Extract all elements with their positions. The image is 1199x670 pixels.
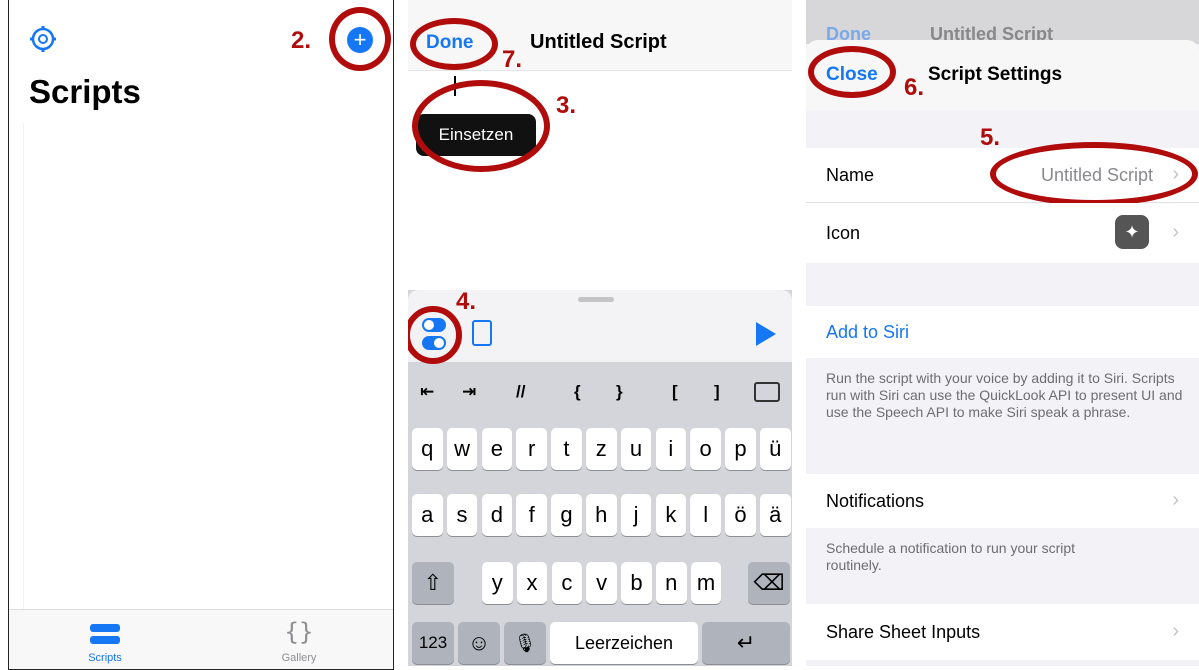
tab-scripts[interactable]: Scripts [87,624,123,664]
key-ä[interactable]: ä [760,494,791,536]
settings-gear-icon[interactable] [29,25,57,53]
step-label: 6. [904,74,925,101]
key-u[interactable]: u [620,428,652,470]
key-d[interactable]: d [481,494,513,536]
add-to-siri-link[interactable]: Add to Siri [826,322,909,343]
bracket-open-key[interactable]: [ [672,382,678,402]
emoji-key[interactable]: ☺ [458,622,500,664]
run-play-icon[interactable] [756,322,776,346]
notifications-label: Notifications [826,491,925,511]
key-n[interactable]: n [656,562,687,604]
key-v[interactable]: v [586,562,617,604]
key-t[interactable]: t [551,428,582,470]
key-a[interactable]: a [412,494,443,536]
annotation-circle [410,18,498,70]
icon-label: Icon [826,223,861,243]
shift-key[interactable]: ⇧ [412,562,454,604]
chevron-right-icon: › [1172,221,1179,243]
backspace-key[interactable]: ⌫ [748,562,790,604]
key-c[interactable]: c [551,562,583,604]
scripts-panel: 2. + Scripts Scripts {} Gallery [8,0,394,670]
microphone-key[interactable]: 🎙 [504,622,546,664]
numbers-key[interactable]: 123 [412,622,454,664]
chevron-right-icon: › [1172,620,1179,642]
bracket-close-key[interactable]: ] [714,382,720,402]
key-q[interactable]: q [412,428,443,470]
siri-note: Run the script with your voice by adding… [826,370,1183,420]
key-f[interactable]: f [516,494,547,536]
braces-icon: {} [284,618,314,646]
key-m[interactable]: m [690,562,722,604]
scripts-list [23,123,382,611]
editor-title: Untitled Script [530,31,667,53]
brace-close-key[interactable]: } [616,382,623,402]
key-y[interactable]: y [482,562,513,604]
key-x[interactable]: x [516,562,548,604]
space-key[interactable]: Leerzeichen [550,622,698,664]
chevron-right-icon: › [1172,489,1179,511]
key-h[interactable]: h [586,494,617,536]
step-label: 3. [556,92,577,119]
key-w[interactable]: w [446,428,478,470]
step-label: 2. [291,27,312,54]
key-ü[interactable]: ü [760,428,791,470]
annotation-circle [990,142,1198,206]
magic-wand-icon: ✦ [1115,215,1149,249]
comment-key[interactable]: // [516,382,525,402]
share-sheet-row[interactable]: Share Sheet Inputs › [806,604,1199,660]
key-p[interactable]: p [725,428,756,470]
key-k[interactable]: k [655,494,687,536]
step-label: 7. [502,46,523,73]
key-e[interactable]: e [481,428,513,470]
key-j[interactable]: j [620,494,652,536]
settings-panel: Done Untitled Script Close Script Settin… [806,0,1199,666]
annotation-circle [808,46,896,98]
icon-row[interactable]: Icon ✦ › [806,203,1199,263]
settings-title: Script Settings [928,64,1063,85]
key-g[interactable]: g [551,494,582,536]
notifications-row[interactable]: Notifications › [806,474,1199,528]
annotation-circle [412,80,550,172]
stack-icon [90,624,120,644]
notifications-note: Schedule a notification to run your scri… [826,540,1076,573]
tab-label: Gallery [281,652,317,664]
tab-right-key[interactable]: ⇥ [462,382,476,402]
key-o[interactable]: o [690,428,721,470]
key-i[interactable]: i [655,428,687,470]
name-label: Name [826,165,875,185]
brace-open-key[interactable]: { [574,382,581,402]
key-ö[interactable]: ö [725,494,756,536]
add-to-siri-row[interactable]: Add to Siri [806,306,1199,358]
editor-panel: Done Untitled Script 7. Einsetzen 3. 4. … [408,0,792,666]
key-r[interactable]: r [516,428,547,470]
step-label: 4. [456,288,477,315]
tab-left-key[interactable]: ⇤ [420,382,434,402]
return-key[interactable]: ↵ [702,622,790,664]
tab-label: Scripts [88,652,122,664]
page-title: Scripts [29,73,141,110]
annotation-circle [329,7,391,71]
keyboard-dismiss-icon[interactable] [754,382,780,402]
document-icon[interactable] [472,320,492,346]
sheet-grabber [578,297,614,302]
key-s[interactable]: s [446,494,478,536]
tab-bar: Scripts {} Gallery [9,609,393,669]
tab-gallery[interactable]: {} Gallery [269,618,329,664]
share-sheet-label: Share Sheet Inputs [826,622,981,642]
key-l[interactable]: l [690,494,721,536]
key-z[interactable]: z [586,428,617,470]
key-b[interactable]: b [621,562,652,604]
